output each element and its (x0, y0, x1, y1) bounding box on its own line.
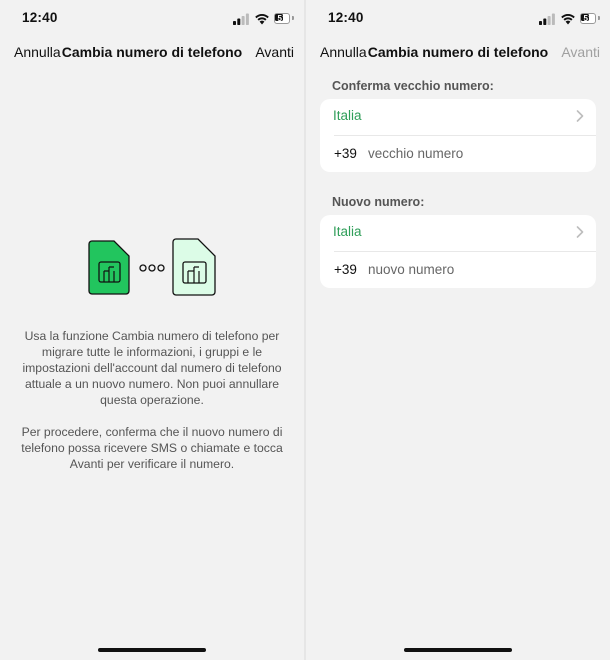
home-indicator[interactable] (404, 648, 512, 652)
cancel-button[interactable]: Annulla (320, 44, 367, 60)
signal-icon (539, 13, 555, 25)
battery-level: 51 (277, 14, 287, 23)
status-bar: 12:40 51 (0, 10, 304, 28)
country-prefix: +39 (334, 262, 357, 277)
dots-icon (139, 264, 165, 272)
country-name: Italia (333, 224, 362, 239)
wifi-icon (255, 13, 269, 25)
status-time: 12:40 (22, 10, 58, 25)
status-time: 12:40 (328, 10, 364, 25)
chevron-right-icon (576, 226, 584, 238)
nav-bar: Cambia numero di telefono Annulla Avanti (0, 44, 304, 64)
chevron-right-icon (576, 110, 584, 122)
description-paragraph: Per procedere, conferma che il nuovo num… (21, 425, 283, 471)
description-paragraph: Usa la funzione Cambia numero di telefon… (22, 329, 282, 407)
old-number-label: Conferma vecchio numero: (332, 79, 494, 93)
home-indicator[interactable] (98, 648, 206, 652)
screen-enter-numbers: 12:40 51 Cambia numero di telefono Annul… (306, 0, 610, 660)
app-root: 12:40 51 Cambia numero di telefono Annul… (0, 0, 610, 660)
new-number-field[interactable]: +39 nuovo numero (334, 251, 596, 288)
country-name: Italia (333, 108, 362, 123)
description: Usa la funzione Cambia numero di telefon… (16, 328, 288, 488)
new-number-card: Italia +39 nuovo numero (320, 215, 596, 288)
signal-icon (233, 13, 249, 25)
old-number-field[interactable]: +39 vecchio numero (334, 135, 596, 172)
new-number-input[interactable]: nuovo numero (368, 262, 454, 277)
old-country-selector[interactable]: Italia (320, 99, 596, 135)
new-number-label: Nuovo numero: (332, 195, 425, 209)
sim-card-icon (172, 238, 216, 296)
battery-level: 51 (583, 14, 593, 23)
sim-card-icon (88, 240, 130, 295)
next-button[interactable]: Avanti (255, 44, 294, 60)
battery-icon: 51 (274, 13, 294, 24)
battery-icon: 51 (580, 13, 600, 24)
old-number-input[interactable]: vecchio numero (368, 146, 463, 161)
new-country-selector[interactable]: Italia (320, 215, 596, 251)
nav-bar: Cambia numero di telefono Annulla Avanti (306, 44, 610, 64)
change-number-illustration (88, 238, 216, 296)
wifi-icon (561, 13, 575, 25)
next-button[interactable]: Avanti (561, 44, 600, 60)
screen-intro: 12:40 51 Cambia numero di telefono Annul… (0, 0, 304, 660)
status-bar: 12:40 51 (306, 10, 610, 28)
country-prefix: +39 (334, 146, 357, 161)
old-number-card: Italia +39 vecchio numero (320, 99, 596, 172)
cancel-button[interactable]: Annulla (14, 44, 61, 60)
